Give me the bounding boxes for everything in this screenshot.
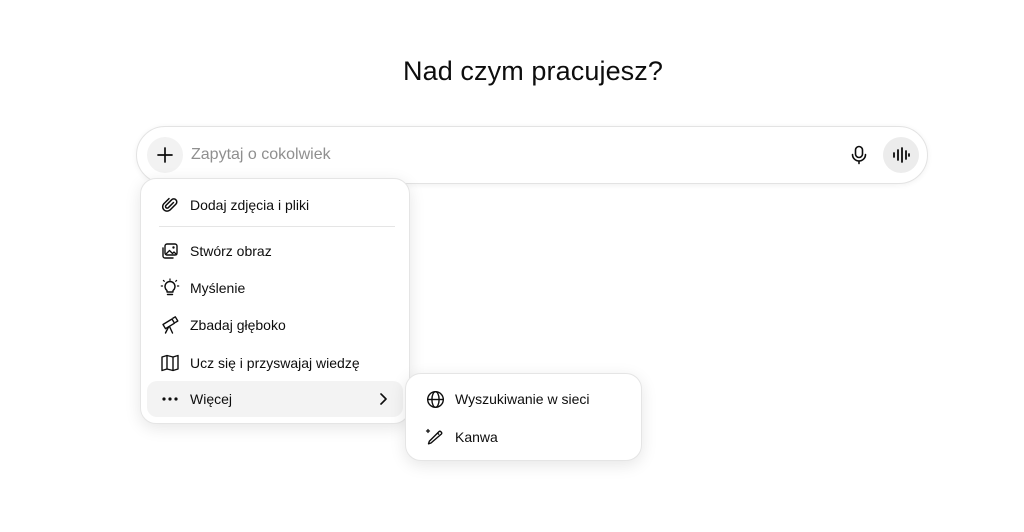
plus-icon	[156, 146, 174, 164]
menu-item-label: Dodaj zdjęcia i pliki	[190, 197, 310, 213]
menu-item-label: Więcej	[190, 391, 233, 407]
page-title: Nad czym pracujesz?	[403, 56, 663, 86]
menu-item-add-files[interactable]: Dodaj zdjęcia i pliki	[147, 187, 403, 223]
paperclip-icon	[159, 194, 181, 216]
chevron-right-icon	[375, 391, 391, 407]
menu-item-label: Zbadaj głęboko	[190, 317, 286, 333]
voice-waveform-icon	[891, 146, 911, 164]
submenu-item-label: Kanwa	[455, 429, 498, 445]
menu-item-label: Myślenie	[190, 280, 246, 296]
menu-item-more[interactable]: Więcej	[147, 381, 403, 417]
more-dots-icon	[159, 388, 181, 410]
menu-item-deep-research[interactable]: Zbadaj głęboko	[147, 307, 403, 343]
menu-item-study-learn[interactable]: Ucz się i przyswajaj wiedzę	[147, 345, 403, 381]
canvas-pen-icon	[424, 426, 446, 448]
telescope-icon	[159, 314, 181, 336]
menu-item-label: Ucz się i przyswajaj wiedzę	[190, 355, 360, 371]
menu-divider	[159, 226, 395, 227]
submenu-item-canvas[interactable]: Kanwa	[412, 419, 636, 455]
add-button[interactable]	[147, 137, 183, 173]
lightbulb-icon	[159, 277, 181, 299]
dictate-button[interactable]	[843, 139, 875, 171]
book-icon	[159, 352, 181, 374]
prompt-input[interactable]	[191, 141, 791, 169]
more-submenu: Wyszukiwanie w sieci Kanwa	[405, 373, 642, 461]
menu-item-thinking[interactable]: Myślenie	[147, 270, 403, 306]
voice-mode-button[interactable]	[883, 137, 919, 173]
menu-item-label: Stwórz obraz	[190, 243, 272, 259]
prompt-composer	[136, 126, 928, 184]
submenu-item-web-search[interactable]: Wyszukiwanie w sieci	[412, 381, 636, 417]
submenu-item-label: Wyszukiwanie w sieci	[455, 391, 590, 407]
image-icon	[159, 240, 181, 262]
attach-menu: Dodaj zdjęcia i pliki Stwórz obraz Myśle…	[140, 178, 410, 424]
menu-item-create-image[interactable]: Stwórz obraz	[147, 233, 403, 269]
globe-icon	[424, 388, 446, 410]
microphone-icon	[850, 145, 868, 165]
